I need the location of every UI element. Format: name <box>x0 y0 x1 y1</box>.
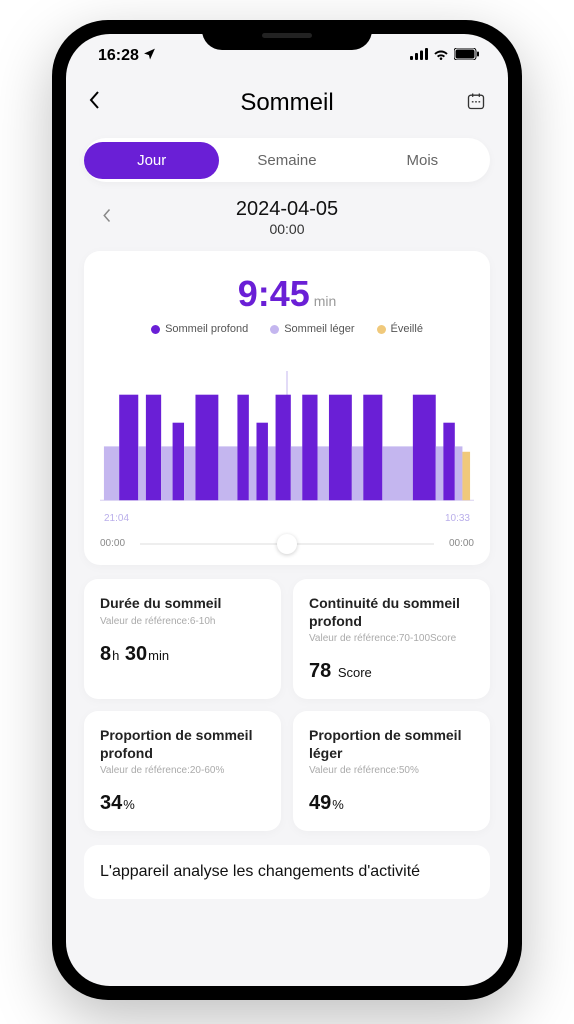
sleep-chart: 21:04 10:33 <box>100 371 474 524</box>
legend-deep-dot <box>151 325 160 334</box>
chart-legend: Sommeil profond Sommeil léger Éveillé <box>100 323 474 335</box>
chart-end-time: 10:33 <box>445 513 470 524</box>
legend-awake-dot <box>377 325 386 334</box>
time-slider[interactable]: 00:00 00:00 <box>100 538 474 549</box>
stat-deep-prop-title: Proportion de sommeil profond <box>100 727 265 762</box>
legend-deep-label: Sommeil profond <box>165 323 248 335</box>
tab-day[interactable]: Jour <box>84 142 219 179</box>
slider-start: 00:00 <box>100 538 125 549</box>
calendar-icon[interactable] <box>456 91 486 116</box>
stat-continuity[interactable]: Continuité du sommeil profond Valeur de … <box>293 579 490 699</box>
stat-continuity-title: Continuité du sommeil profond <box>309 595 474 630</box>
stat-light-prop-value: 49% <box>309 792 474 815</box>
phone-screen: 16:28 Sommeil <box>66 34 508 986</box>
stat-deep-prop-ref: Valeur de référence:20-60% <box>100 765 265 776</box>
chart-start-time: 21:04 <box>104 513 129 524</box>
stat-duration-ref: Valeur de référence:6-10h <box>100 616 265 627</box>
current-time: 00:00 <box>236 221 338 237</box>
phone-frame: 16:28 Sommeil <box>52 20 522 1000</box>
back-button[interactable] <box>88 90 118 116</box>
stat-light-prop-title: Proportion de sommeil léger <box>309 727 474 762</box>
sleep-total: 9:45min <box>100 273 474 315</box>
location-icon <box>143 47 156 65</box>
stat-continuity-value: 78 Score <box>309 660 474 683</box>
stat-continuity-ref: Valeur de référence:70-100Score <box>309 633 474 644</box>
stat-duration-title: Durée du sommeil <box>100 595 265 613</box>
info-card: L'appareil analyse les changements d'act… <box>84 845 490 899</box>
info-text: L'appareil analyse les changements d'act… <box>100 863 420 880</box>
stat-light-prop[interactable]: Proportion de sommeil léger Valeur de ré… <box>293 711 490 831</box>
battery-icon <box>454 47 480 65</box>
cellular-icon <box>410 47 428 65</box>
sleep-chart-card: 9:45min Sommeil profond Sommeil léger Év… <box>84 251 490 565</box>
date-prev-button[interactable] <box>102 208 111 228</box>
legend-light-dot <box>270 325 279 334</box>
legend-awake-label: Éveillé <box>391 323 423 335</box>
stat-duration-value: 8h 30min <box>100 643 265 666</box>
stat-deep-prop[interactable]: Proportion de sommeil profond Valeur de … <box>84 711 281 831</box>
current-date: 2024-04-05 <box>236 198 338 221</box>
slider-end: 00:00 <box>449 538 474 549</box>
legend-light: Sommeil léger <box>270 323 354 335</box>
legend-awake: Éveillé <box>377 323 423 335</box>
sleep-total-value: 9:45 <box>238 273 310 314</box>
wifi-icon <box>433 47 449 65</box>
legend-deep: Sommeil profond <box>151 323 248 335</box>
slider-knob[interactable] <box>277 534 297 554</box>
page-title: Sommeil <box>240 89 333 117</box>
date-navigator: 2024-04-05 00:00 <box>66 198 508 237</box>
status-time: 16:28 <box>98 47 139 65</box>
stat-duration[interactable]: Durée du sommeil Valeur de référence:6-1… <box>84 579 281 699</box>
nav-header: Sommeil <box>66 78 508 128</box>
sleep-total-unit: min <box>314 293 337 309</box>
tab-week[interactable]: Semaine <box>219 142 354 179</box>
stat-deep-prop-value: 34% <box>100 792 265 815</box>
period-tabs: Jour Semaine Mois <box>84 138 490 182</box>
legend-light-label: Sommeil léger <box>284 323 354 335</box>
stats-grid: Durée du sommeil Valeur de référence:6-1… <box>84 579 490 831</box>
stat-light-prop-ref: Valeur de référence:50% <box>309 765 474 776</box>
phone-notch <box>202 20 372 50</box>
tab-month[interactable]: Mois <box>355 142 490 179</box>
